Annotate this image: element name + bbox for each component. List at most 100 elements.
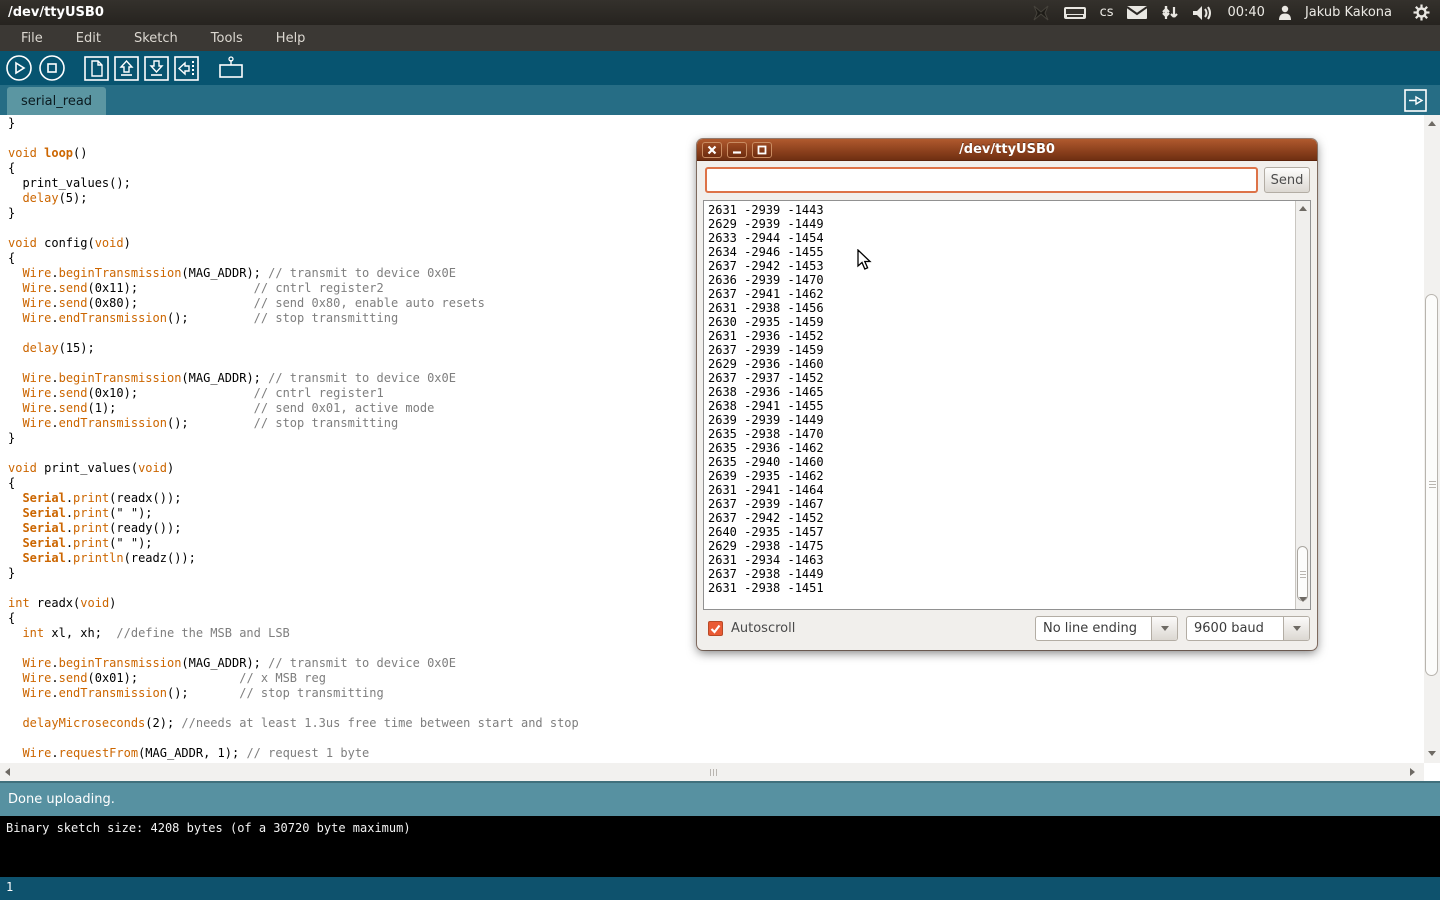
applet-pinwheel-icon[interactable] [1032, 5, 1050, 21]
mouse-cursor [857, 249, 876, 275]
code-line [8, 581, 579, 596]
serial-send-input[interactable] [705, 167, 1258, 193]
code-line: Serial.print(readx()); [8, 491, 579, 506]
code-line: Serial.print(" "); [8, 536, 579, 551]
new-sketch-button[interactable] [84, 56, 109, 81]
code-line: Wire.beginTransmission(MAG_ADDR); // tra… [8, 266, 579, 281]
serial-line: 2633 -2944 -1454 [708, 231, 824, 245]
serial-line: 2629 -2939 -1449 [708, 217, 824, 231]
code-line [8, 326, 579, 341]
user-icon[interactable] [1278, 5, 1292, 20]
code-line: Serial.println(readz()); [8, 551, 579, 566]
tab-menu-icon[interactable] [1404, 89, 1427, 112]
close-icon[interactable] [702, 142, 722, 158]
code-line: Wire.send(0x01); // x MSB reg [8, 671, 579, 686]
scroll-left-icon[interactable] [5, 768, 10, 776]
line-number: 1 [6, 880, 13, 894]
autoscroll-checkbox[interactable] [708, 621, 723, 636]
editor-horizontal-scrollbar[interactable] [0, 763, 1424, 781]
baud-rate-value: 9600 baud [1187, 617, 1283, 640]
serial-line: 2635 -2938 -1470 [708, 427, 824, 441]
code-line: void config(void) [8, 236, 579, 251]
keyboard-layout-icon[interactable] [1063, 6, 1087, 20]
serial-line: 2637 -2942 -1452 [708, 511, 824, 525]
baud-rate-select[interactable]: 9600 baud [1186, 616, 1310, 641]
scroll-down-icon[interactable] [1428, 751, 1436, 756]
code-line: Wire.send(0x11); // cntrl register2 [8, 281, 579, 296]
session-gear-icon[interactable] [1413, 4, 1430, 21]
line-ending-select[interactable]: No line ending [1035, 616, 1178, 641]
minimize-icon[interactable] [727, 142, 747, 158]
code-line: Wire.requestFrom(MAG_ADDR, 1); // reques… [8, 746, 579, 761]
serial-scrollbar-thumb[interactable] [1297, 546, 1308, 601]
clock-label[interactable]: 00:40 [1227, 5, 1264, 20]
serial-line: 2631 -2941 -1464 [708, 483, 824, 497]
mail-icon[interactable] [1126, 5, 1148, 20]
serial-output-area[interactable]: 2631 -2939 -14432629 -2939 -14492633 -29… [703, 200, 1311, 610]
code-line: delay(15); [8, 341, 579, 356]
network-transfer-icon[interactable] [1161, 5, 1179, 21]
scroll-up-icon[interactable] [1299, 206, 1307, 211]
serial-line: 2631 -2939 -1443 [708, 203, 824, 217]
volume-icon[interactable] [1192, 5, 1214, 21]
chevron-down-icon[interactable] [1283, 617, 1309, 640]
serial-line: 2639 -2939 -1449 [708, 413, 824, 427]
serial-line: 2629 -2936 -1460 [708, 357, 824, 371]
editor-scrollbar-thumb[interactable] [1425, 294, 1438, 676]
code-line [8, 446, 579, 461]
scroll-down-icon[interactable] [1299, 597, 1307, 602]
code-line [8, 356, 579, 371]
serial-window-titlebar[interactable]: /dev/ttyUSB0 [697, 139, 1317, 161]
code-line: Serial.print(" "); [8, 506, 579, 521]
menu-file[interactable]: File [10, 27, 54, 50]
serial-window-title: /dev/ttyUSB0 [697, 142, 1317, 157]
serial-scrollbar[interactable] [1295, 201, 1310, 609]
menu-help[interactable]: Help [265, 27, 317, 50]
code-line: void print_values(void) [8, 461, 579, 476]
code-line: delay(5); [8, 191, 579, 206]
code-line [8, 221, 579, 236]
menu-sketch[interactable]: Sketch [123, 27, 189, 50]
code-line [8, 641, 579, 656]
serial-line: 2640 -2935 -1457 [708, 525, 824, 539]
toolbar [0, 51, 1440, 85]
chevron-down-icon[interactable] [1151, 617, 1177, 640]
maximize-icon[interactable] [752, 142, 772, 158]
username-label[interactable]: Jakub Kakona [1305, 5, 1392, 20]
tab-serial-read[interactable]: serial_read [7, 87, 106, 115]
system-bar: /dev/ttyUSB0 cs 00:40 Jakub Kakona [0, 0, 1440, 25]
serial-line: 2637 -2937 -1452 [708, 371, 824, 385]
save-sketch-button[interactable] [144, 56, 169, 81]
menu-tools[interactable]: Tools [200, 27, 254, 50]
serial-line: 2631 -2936 -1452 [708, 329, 824, 343]
code-line: { [8, 251, 579, 266]
stop-button[interactable] [38, 54, 66, 82]
autoscroll-label[interactable]: Autoscroll [731, 621, 795, 636]
code-line: int readx(void) [8, 596, 579, 611]
verify-button[interactable] [5, 54, 33, 82]
upload-button[interactable] [174, 56, 199, 81]
status-message: Done uploading. [8, 792, 115, 807]
code-line: Wire.beginTransmission(MAG_ADDR); // tra… [8, 371, 579, 386]
code-content: }void loop(){ print_values(); delay(5);}… [8, 116, 579, 761]
serial-line: 2629 -2938 -1475 [708, 539, 824, 553]
code-line: void loop() [8, 146, 579, 161]
menu-edit[interactable]: Edit [65, 27, 112, 50]
code-line: Wire.send(1); // send 0x01, active mode [8, 401, 579, 416]
send-button[interactable]: Send [1264, 167, 1310, 193]
code-line [8, 131, 579, 146]
code-line: } [8, 116, 579, 131]
code-line [8, 731, 579, 746]
scroll-right-icon[interactable] [1410, 768, 1415, 776]
code-line: } [8, 566, 579, 581]
line-number-bar: 1 [0, 877, 1440, 900]
serial-line: 2639 -2935 -1462 [708, 469, 824, 483]
scroll-up-icon[interactable] [1428, 121, 1436, 126]
open-sketch-button[interactable] [114, 56, 139, 81]
serial-line: 2638 -2936 -1465 [708, 385, 824, 399]
editor-vertical-scrollbar[interactable] [1424, 115, 1440, 763]
serial-monitor-button[interactable] [217, 55, 245, 81]
keyboard-layout-label[interactable]: cs [1100, 5, 1114, 20]
code-line: Wire.beginTransmission(MAG_ADDR); // tra… [8, 656, 579, 671]
menu-bar: File Edit Sketch Tools Help [0, 25, 1440, 51]
